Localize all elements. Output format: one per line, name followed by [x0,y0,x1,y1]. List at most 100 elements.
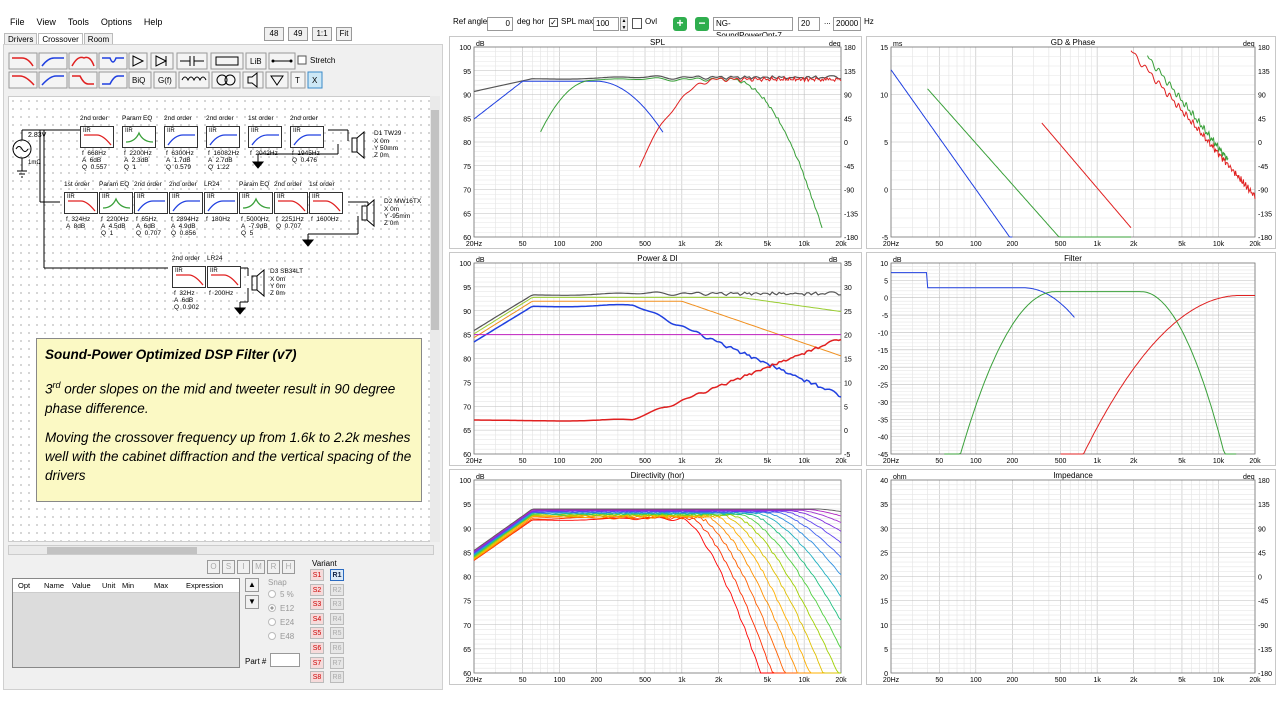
delay-button[interactable] [150,52,174,70]
variant-r7-button[interactable]: R7 [330,656,344,669]
text-button[interactable]: T [290,71,306,89]
variant-s6-button[interactable]: S6 [310,642,324,654]
filter-block[interactable]: IIR [274,192,308,214]
freq-min-input[interactable]: 20 [798,17,820,31]
variant-r6-button[interactable]: R6 [330,642,344,654]
variant-s1-button[interactable]: S1 [310,569,324,581]
filter-block[interactable]: IIR [204,192,238,214]
filter-block[interactable]: IIR [206,126,240,148]
filter-block[interactable]: IIR [309,192,343,214]
menu-tools[interactable]: Tools [68,15,89,30]
resistor-button[interactable] [210,52,244,70]
zoom-48-button[interactable]: 48 [264,27,284,41]
freq-max-input[interactable]: 20000 [833,17,861,31]
delete-button[interactable]: X [307,71,323,89]
spl-max-spinner[interactable]: ▲ ▼ [620,17,628,31]
variant-r3-button[interactable]: R3 [330,598,344,611]
highpass-blue-2-button[interactable] [38,71,68,89]
ovl-checkbox[interactable] [632,18,642,29]
optimizer-i-button[interactable]: I [237,560,250,574]
highpass-blue-button[interactable] [38,52,68,70]
stretch-checkbox[interactable]: Stretch [297,55,335,65]
filter-block[interactable]: IIR [64,192,98,214]
variant-s7-button[interactable]: S7 [310,656,324,669]
filter-block-params: f 2200Hz A 2.3dB Q 1 [124,150,152,171]
filter-block[interactable]: IIR [207,266,241,288]
menu-help[interactable]: Help [144,15,163,30]
optimizer-r-button[interactable]: R [267,560,280,574]
filter-block[interactable]: IIR [172,266,206,288]
optimizer-s-button[interactable]: S [222,560,235,574]
optimizer-o-button[interactable]: O [207,560,220,574]
wire-button[interactable] [268,52,296,70]
menu-options[interactable]: Options [101,15,132,30]
capacitor-button[interactable] [176,52,208,70]
optimizer-h-button[interactable]: H [282,560,295,574]
directivity-plot[interactable]: Directivity (hor) dB 100 95 90 85 80 75 70 65 60 20… [449,469,862,685]
shelf-blue-button[interactable] [98,71,128,89]
power-plot[interactable]: Power & DI dB dB 100 95 90 85 80 75 70 65 60 35 30 25 2… [449,252,862,466]
ref-angle-input[interactable]: 0 [487,17,513,31]
filter-block[interactable]: IIR [164,126,198,148]
zoom-1-1-button[interactable]: 1:1 [312,27,332,41]
inductor-button[interactable] [178,71,210,89]
driver-name[interactable]: D3 SB34LT [270,268,303,275]
optimizer-table[interactable]: Opt Name Value Unit Min Max Expression [12,578,240,668]
part-number-input[interactable] [270,653,300,667]
gd-plot[interactable]: GD & Phase ms deg 15 10 5 0 -5 180 135 90 45 0 -45 -90… [866,36,1276,249]
filter-block[interactable]: IIR [248,126,282,148]
variant-s2-button[interactable]: S2 [310,583,324,596]
biquad-button[interactable]: BiQ [128,71,152,89]
horizontal-scrollbar[interactable] [8,545,434,555]
optimizer-m-button[interactable]: M [252,560,265,574]
library-button[interactable]: LiB [245,52,267,70]
filter-block[interactable]: IIR [134,192,168,214]
variant-s8-button[interactable]: S8 [310,671,324,684]
lowpass-red-2-button[interactable] [8,71,38,89]
impedance-plot[interactable]: Impedance ohm deg 40 35 30 25 20 15 10 5 0 180 135 90 4… [866,469,1276,685]
filter-block[interactable]: IIR [122,126,156,148]
spl-plot[interactable]: SPL dB deg 100 95 90 85 80 75 70 65 60 180 135 90 45 0 -4… [449,36,862,249]
lowpass-red-button[interactable] [8,52,38,70]
gf-button[interactable]: G(f) [153,71,177,89]
remove-icon[interactable]: − [695,17,709,31]
speaker-button[interactable] [242,71,264,89]
shelf-red-button[interactable] [68,71,98,89]
transformer-button[interactable] [211,71,241,89]
filter-block[interactable]: IIR [239,192,273,214]
menu-file[interactable]: File [10,15,25,30]
ground-button[interactable] [265,71,289,89]
variant-r5-button[interactable]: R5 [330,627,344,640]
spl-max-input[interactable]: 100 [593,17,619,31]
bandpass-red-button[interactable] [68,52,98,70]
spl-max-checkbox[interactable]: ✓ [549,18,558,27]
variant-r1-button[interactable]: R1 [330,569,344,581]
variant-s5-button[interactable]: S5 [310,627,324,640]
variant-r2-button[interactable]: R2 [330,583,344,596]
zoom-49-button[interactable]: 49 [288,27,308,41]
move-up-button[interactable]: ▲ [245,578,259,592]
snap-radio-E48[interactable]: E48 [268,632,294,641]
notch-blue-button[interactable] [98,52,128,70]
filter-block[interactable]: IIR [99,192,133,214]
filter-block[interactable]: IIR [169,192,203,214]
snap-radio-5[interactable]: 5 % [268,590,294,599]
menu-view[interactable]: View [37,15,56,30]
design-name-input[interactable]: NG-SoundPowerOpt-7 [713,17,793,40]
driver-name[interactable]: D1 TW29 [374,130,401,137]
variant-s4-button[interactable]: S4 [310,612,324,625]
variant-r4-button[interactable]: R4 [330,612,344,625]
move-down-button[interactable]: ▼ [245,595,259,609]
buffer-button[interactable] [128,52,148,70]
driver-name[interactable]: D2 MW16TX [384,198,421,205]
variant-s3-button[interactable]: S3 [310,598,324,611]
snap-radio-E12[interactable]: E12 [268,604,294,613]
filter-plot[interactable]: Filter dB 10 5 0 -5 -10 -15 -20 -25 -30 -35 -40 -45 20… [866,252,1276,466]
variant-r8-button[interactable]: R8 [330,671,344,684]
filter-block[interactable]: IIR [80,126,114,148]
snap-radio-E24[interactable]: E24 [268,618,294,627]
zoom-fit-button[interactable]: Fit [336,27,352,41]
filter-block[interactable]: IIR [290,126,324,148]
add-icon[interactable]: + [673,17,687,31]
x-tick-label: 1k [678,677,686,684]
